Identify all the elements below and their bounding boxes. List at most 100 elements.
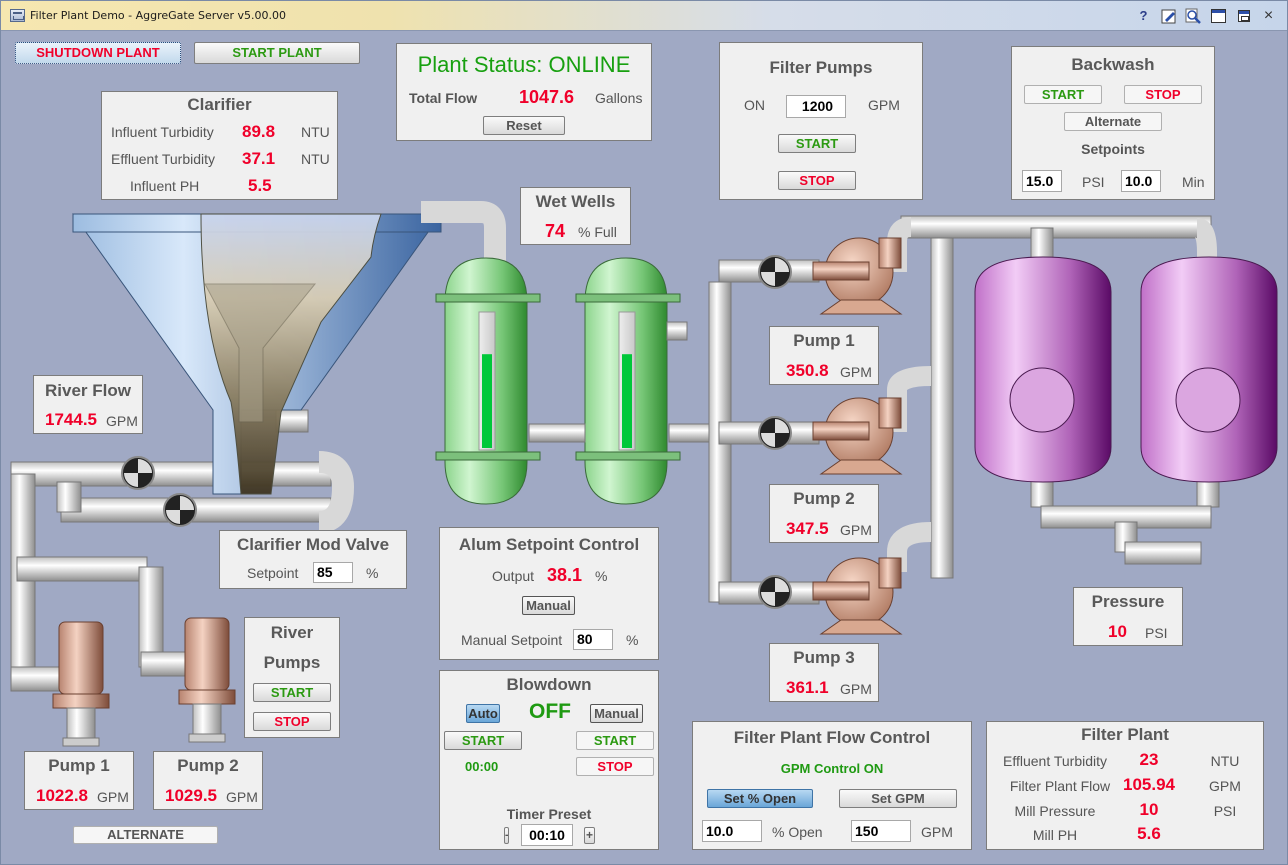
plant-status-text: Plant Status: ONLINE (417, 52, 631, 77)
set-percent-open-button[interactable]: Set % Open (707, 789, 813, 808)
start-plant-button[interactable]: START PLANT (194, 42, 360, 64)
timer-preset-label: Timer Preset (506, 806, 592, 822)
timer-preset-decrement-button[interactable]: - (504, 827, 509, 844)
help-icon[interactable]: ? (1135, 7, 1152, 24)
river-pump-1-panel: Pump 1 1022.8 GPM (24, 751, 134, 810)
river-pumps-title-2: Pumps (263, 653, 321, 672)
gpm-unit: GPM (921, 824, 953, 840)
wet-wells-panel: Wet Wells 74 % Full (520, 187, 631, 245)
maximize-icon[interactable] (1210, 7, 1227, 24)
wet-well-2-level (622, 354, 632, 448)
reset-button[interactable]: Reset (483, 116, 565, 135)
filter-pump-1[interactable] (812, 237, 903, 315)
blowdown-manual-start-button[interactable]: START (576, 731, 654, 750)
clarifier-row-label: Influent PH (130, 178, 200, 194)
backwash-panel: Backwash START STOP Alternate Setpoints … (1011, 46, 1215, 200)
alum-output-label: Output (492, 568, 535, 584)
blowdown-timer: 00:00 (465, 759, 499, 774)
pressure-value: 10 (1108, 622, 1127, 641)
backwash-alternate-button[interactable]: Alternate (1064, 112, 1162, 131)
timer-preset-input[interactable]: 00:10 (521, 824, 573, 846)
river-flow-value: 1744.5 (45, 410, 97, 429)
blowdown-manual-button[interactable]: Manual (590, 704, 643, 723)
backwash-min-input[interactable]: 10.0 (1121, 170, 1161, 192)
edit-icon[interactable] (1160, 7, 1177, 24)
backwash-stop-button[interactable]: STOP (1124, 85, 1202, 104)
filter-plant-row-label: Mill Pressure (1014, 803, 1096, 819)
filter-pump-3-valve[interactable] (758, 575, 792, 609)
filter-pump-2-valve[interactable] (758, 416, 792, 450)
filter-plant-row-label: Filter Plant Flow (1009, 778, 1111, 794)
filter-pumps-on-label: ON (744, 97, 765, 113)
flow-control-panel: Filter Plant Flow Control GPM Control ON… (692, 721, 972, 850)
alum-manual-setpoint-label: Manual Setpoint (461, 632, 563, 648)
river-pumps-alternate-button[interactable]: ALTERNATE (73, 826, 218, 844)
river-valve-2[interactable] (163, 493, 197, 527)
backwash-start-button[interactable]: START (1024, 85, 1102, 104)
blowdown-state: OFF (529, 700, 571, 723)
pressure-panel: Pressure 10 PSI (1073, 587, 1183, 646)
river-valve-1[interactable] (121, 456, 155, 490)
wet-well-tank-1 (435, 257, 541, 505)
close-icon[interactable]: × (1260, 7, 1277, 24)
filter-pump-1-value: 350.8 (786, 361, 829, 380)
percent-open-unit: % Open (772, 824, 823, 840)
backwash-title: Backwash (1071, 55, 1155, 74)
filter-pump-1-valve[interactable] (758, 255, 792, 289)
filter-plant-row-label: Mill PH (1032, 827, 1078, 843)
river-pump-1-motor[interactable] (52, 621, 110, 747)
filter-tank-1 (974, 256, 1112, 483)
river-pump-2-motor[interactable] (178, 617, 236, 743)
alum-manual-setpoint-unit: % (626, 632, 639, 648)
alum-manual-setpoint-input[interactable]: 80 (573, 629, 613, 650)
total-flow-label: Total Flow (409, 90, 478, 106)
filter-pump-3[interactable] (812, 557, 903, 635)
blowdown-auto-start-button[interactable]: START (444, 731, 522, 750)
blowdown-manual-stop-button[interactable]: STOP (576, 757, 654, 776)
blowdown-panel: Blowdown Auto OFF Manual START START 00:… (439, 670, 659, 850)
blowdown-title: Blowdown (506, 675, 592, 694)
filter-pump-1-name: Pump 1 (793, 331, 855, 350)
shutdown-plant-button[interactable]: SHUTDOWN PLANT (15, 42, 181, 64)
flow-control-status: GPM Control ON (780, 761, 884, 776)
filter-plant-panel: Filter Plant Effluent Turbidity 23 NTU F… (986, 721, 1264, 850)
pressure-unit: PSI (1145, 625, 1168, 641)
backwash-psi-input[interactable]: 15.0 (1022, 170, 1062, 192)
clarifier-row-value: 37.1 (242, 149, 276, 168)
clarifier-row-label: Effluent Turbidity (111, 151, 216, 167)
app-icon (10, 9, 25, 22)
river-pump-2-name: Pump 2 (177, 756, 239, 775)
filter-pumps-stop-button[interactable]: STOP (778, 171, 856, 190)
clarifier-mod-valve-setpoint-input[interactable]: 85 (313, 562, 353, 583)
clarifier-mod-valve-setpoint-label: Setpoint (247, 565, 299, 581)
set-gpm-button[interactable]: Set GPM (839, 789, 957, 808)
timer-preset-increment-button[interactable]: + (584, 827, 595, 844)
filter-pumps-setpoint-input[interactable]: 1200 (786, 95, 846, 118)
filter-pump-3-unit: GPM (840, 681, 872, 697)
zoom-icon[interactable] (1185, 7, 1202, 24)
restore-icon[interactable] (1235, 7, 1252, 24)
alum-title: Alum Setpoint Control (458, 535, 640, 554)
filter-pumps-start-button[interactable]: START (778, 134, 856, 153)
river-pumps-title-1: River (270, 623, 314, 642)
filter-pump-3-panel: Pump 3 361.1 GPM (769, 643, 879, 702)
filter-plant-row-unit: GPM (1209, 778, 1241, 794)
river-pump-2-panel: Pump 2 1029.5 GPM (153, 751, 263, 810)
filter-plant-row-unit: PSI (1213, 803, 1237, 819)
river-pump-2-unit: GPM (226, 789, 258, 805)
filter-plant-row-label: Effluent Turbidity (1002, 753, 1108, 769)
blowdown-auto-button[interactable]: Auto (466, 704, 500, 723)
river-pumps-start-button[interactable]: START (253, 683, 331, 702)
alum-manual-button[interactable]: Manual (522, 596, 575, 615)
wet-wells-unit: % Full (578, 224, 617, 240)
hmi-canvas: SHUTDOWN PLANT START PLANT Plant Status:… (1, 32, 1287, 864)
river-pump-2-value: 1029.5 (165, 786, 217, 805)
river-pumps-stop-button[interactable]: STOP (253, 712, 331, 731)
wet-wells-title: Wet Wells (535, 192, 616, 211)
filter-pump-2-unit: GPM (840, 522, 872, 538)
filter-pump-2[interactable] (812, 397, 903, 475)
gpm-input[interactable]: 150 (851, 820, 911, 842)
title-bar: Filter Plant Demo - AggreGate Server v5.… (1, 1, 1287, 31)
total-flow-unit: Gallons (595, 90, 643, 106)
percent-open-input[interactable]: 10.0 (702, 820, 762, 842)
